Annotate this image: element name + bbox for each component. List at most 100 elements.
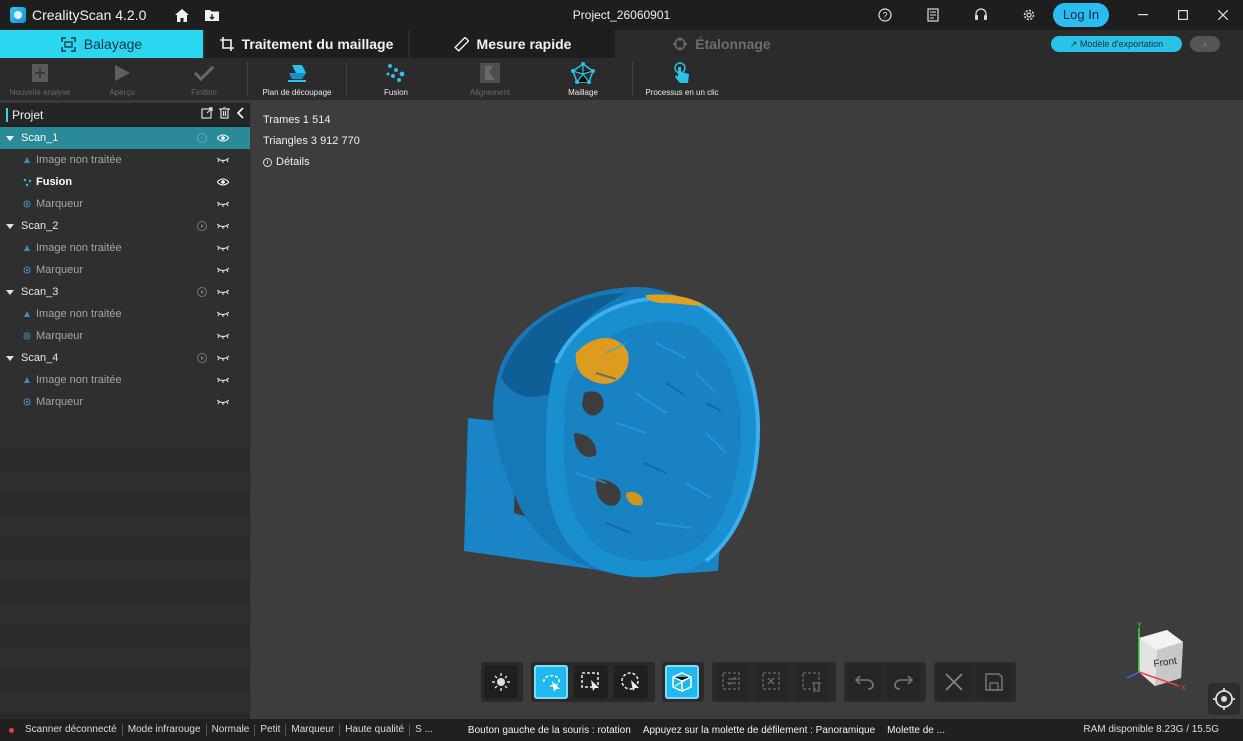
toolbar-divider <box>247 62 248 96</box>
hint-wheel-scroll: Molette de ... <box>887 724 945 736</box>
alignment-button[interactable]: Alignement <box>450 58 530 100</box>
fusion-dots-icon <box>23 178 31 186</box>
toolbar-divider <box>632 62 633 96</box>
ram-available: RAM disponible 8.23G / 15.5G <box>1083 724 1219 735</box>
eye-visible-icon[interactable] <box>216 176 230 188</box>
delete-selection-button[interactable] <box>795 665 829 699</box>
axis-y-label: Y <box>1137 622 1142 629</box>
eye-hidden-icon[interactable] <box>216 352 230 364</box>
play-scan-icon[interactable] <box>197 287 207 297</box>
scan-item-raw-image[interactable]: Image non traitée <box>0 149 250 171</box>
export-model-button[interactable]: ↗ Modèle d'exportation <box>1051 36 1182 52</box>
undo-button[interactable] <box>847 665 881 699</box>
login-button[interactable]: Log In <box>1053 3 1109 27</box>
play-scan-icon[interactable] <box>197 221 207 231</box>
settings-gear-icon[interactable] <box>1017 3 1041 27</box>
scan-item-marker[interactable]: Marqueur <box>0 391 250 413</box>
save-edit-button[interactable] <box>977 665 1011 699</box>
play-scan-icon[interactable] <box>197 133 207 143</box>
invert-selection-button[interactable] <box>715 665 749 699</box>
scan-item-marker[interactable]: Marqueur <box>0 325 250 347</box>
status-dot-icon <box>9 727 14 733</box>
status-normal: Normale <box>207 724 256 736</box>
light-toggle-button[interactable] <box>484 665 518 699</box>
eye-hidden-icon[interactable] <box>216 308 230 320</box>
play-scan-icon[interactable] <box>197 353 207 363</box>
cancel-edit-button[interactable] <box>937 665 971 699</box>
eye-visible-icon[interactable] <box>216 132 230 144</box>
headset-icon[interactable] <box>969 3 993 27</box>
ruler-icon <box>453 36 469 52</box>
status-marker: Marqueur <box>286 724 341 736</box>
eye-hidden-icon[interactable] <box>216 374 230 386</box>
raw-image-icon <box>23 244 31 252</box>
meshing-button[interactable]: Maillage <box>543 58 623 100</box>
frames-count: Trames 1 514 <box>263 114 331 126</box>
tab-traitement-maillage[interactable]: Traitement du maillage <box>205 30 408 58</box>
recenter-view-button[interactable] <box>1208 683 1240 715</box>
tab-etalonnage[interactable]: Étalonnage <box>617 30 827 58</box>
new-scan-button[interactable]: Nouvelle analyse <box>0 58 80 100</box>
export-arrow-icon: ↗ <box>1069 39 1078 49</box>
tab-mesure-rapide[interactable]: Mesure rapide <box>410 30 615 58</box>
share-icon: ‹ <box>1203 39 1207 49</box>
marker-dot-icon <box>23 398 31 406</box>
scan-row-4[interactable]: Scan_4 <box>0 347 250 369</box>
eye-hidden-icon[interactable] <box>216 396 230 408</box>
collapse-chevron-icon[interactable] <box>236 107 244 122</box>
scan-item-marker[interactable]: Marqueur <box>0 193 250 215</box>
scan-row-3[interactable]: Scan_3 <box>0 281 250 303</box>
expand-caret-icon[interactable] <box>6 355 14 361</box>
3d-viewport[interactable]: Trames 1 514 Triangles 3 912 770 i Détai… <box>251 100 1243 719</box>
redo-button[interactable] <box>887 665 921 699</box>
close-icon[interactable] <box>1203 0 1243 30</box>
one-click-process-button[interactable]: Processus en un clic <box>638 58 726 100</box>
eye-hidden-icon[interactable] <box>216 154 230 166</box>
scan-item-fusion[interactable]: Fusion <box>0 171 250 193</box>
scan-row-2[interactable]: Scan_2 <box>0 215 250 237</box>
rect-select-button[interactable] <box>574 665 608 699</box>
eye-hidden-icon[interactable] <box>216 220 230 232</box>
details-link[interactable]: i Détails <box>263 152 360 173</box>
maximize-icon[interactable] <box>1163 0 1203 30</box>
home-icon[interactable] <box>170 3 194 27</box>
expand-caret-icon[interactable] <box>6 223 14 229</box>
export-doc-icon[interactable] <box>201 107 213 122</box>
eye-hidden-icon[interactable] <box>216 242 230 254</box>
sun-icon <box>492 673 510 691</box>
cutting-plane-button[interactable]: Plan de découpage <box>252 58 342 100</box>
scan-item-raw-image[interactable]: Image non traitée <box>0 369 250 391</box>
expand-caret-icon[interactable] <box>6 289 14 295</box>
scanned-mesh-model[interactable] <box>456 283 776 583</box>
expand-caret-icon[interactable] <box>6 135 14 141</box>
clear-selection-button[interactable] <box>755 665 789 699</box>
lasso-select-button[interactable] <box>534 665 568 699</box>
scan-item-raw-image[interactable]: Image non traitée <box>0 303 250 325</box>
notes-icon[interactable] <box>921 3 945 27</box>
clear-select-icon <box>762 672 780 690</box>
minimize-icon[interactable] <box>1123 0 1163 30</box>
brush-select-button[interactable] <box>614 665 648 699</box>
eye-hidden-icon[interactable] <box>216 264 230 276</box>
raw-image-icon <box>23 310 31 318</box>
view-cube-gizmo[interactable]: Front Y X <box>1121 620 1193 700</box>
scan-item-marker[interactable]: Marqueur <box>0 259 250 281</box>
tab-balayage[interactable]: Balayage <box>0 30 203 58</box>
view-through-button[interactable] <box>665 665 699 699</box>
status-size: Petit <box>255 724 287 736</box>
scan-row-1[interactable]: Scan_1 <box>0 127 250 149</box>
folder-icon[interactable] <box>200 3 224 27</box>
help-icon[interactable]: ? <box>873 3 897 27</box>
eye-hidden-icon[interactable] <box>216 198 230 210</box>
scan-item-raw-image[interactable]: Image non traitée <box>0 237 250 259</box>
preview-button[interactable]: Aperçu <box>82 58 162 100</box>
eye-hidden-icon[interactable] <box>216 286 230 298</box>
plus-doc-icon <box>31 62 49 84</box>
finish-button[interactable]: Finition <box>164 58 244 100</box>
eye-hidden-icon[interactable] <box>216 330 230 342</box>
marker-dot-icon <box>23 332 31 340</box>
trash-icon[interactable] <box>219 106 230 122</box>
marker-dot-icon <box>23 200 31 208</box>
share-button[interactable]: ‹ <box>1190 36 1220 52</box>
fusion-button[interactable]: Fusion <box>356 58 436 100</box>
